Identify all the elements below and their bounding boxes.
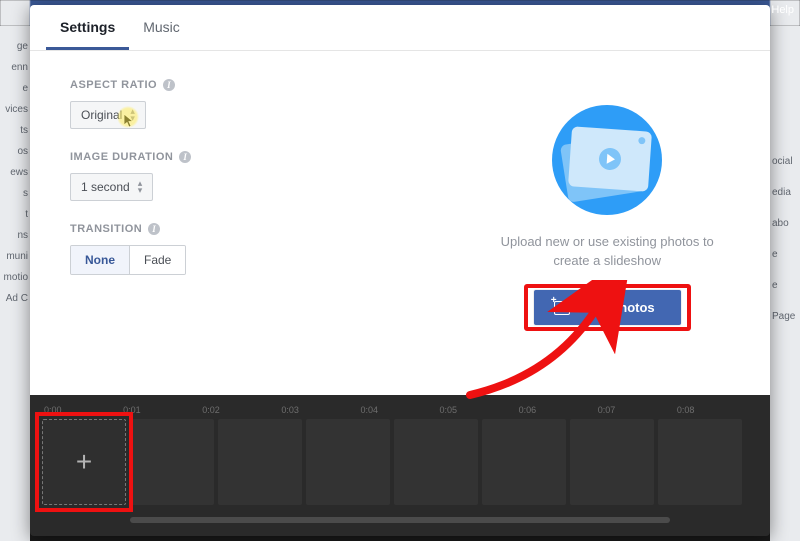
info-icon[interactable]: i [163,79,175,91]
settings-panel: ASPECT RATIO i Original ▴▾ IMAGE DURATIO… [30,51,444,395]
tab-settings[interactable]: Settings [46,5,129,50]
image-duration-value: 1 second [81,180,130,194]
tabbar: Settings Music [30,5,770,51]
aspect-ratio-dropdown[interactable]: Original ▴▾ [70,101,146,129]
timeline-ruler: 0:000:010:020:030:040:050:060:070:08 [30,399,770,417]
add-slide-slot[interactable]: + [42,419,126,505]
tick: 0:06 [519,405,598,415]
tab-music[interactable]: Music [129,5,194,50]
aspect-ratio-label: ASPECT RATIO [70,79,157,91]
timeline-thumbs: + [30,417,770,517]
add-photos-label: Add Photos [582,300,655,315]
slideshow-creator-modal: Settings Music ASPECT RATIO i Original ▴… [30,5,770,536]
timeline-scrollbar[interactable] [130,517,670,523]
help-link[interactable]: Help [771,4,794,16]
bg-left: geennevicestsosewsstnsmunimotioAd C [0,26,30,541]
info-icon[interactable]: i [179,151,191,163]
tick: 0:00 [44,405,123,415]
image-duration-label: IMAGE DURATION [70,151,173,163]
aspect-ratio-section: ASPECT RATIO i Original ▴▾ [70,79,404,129]
photo-plus-icon [554,301,570,315]
tick: 0:02 [202,405,281,415]
timeline-slot[interactable] [218,419,302,505]
image-duration-section: IMAGE DURATION i 1 second ▴▾ [70,151,404,201]
transition-none[interactable]: None [71,246,129,274]
slideshow-illustration [542,105,672,215]
transition-section: TRANSITION i None Fade [70,223,404,275]
preview-hint: Upload new or use existing photos to cre… [484,233,730,271]
tick: 0:05 [440,405,519,415]
updown-icon: ▴▾ [130,108,135,122]
transition-fade[interactable]: Fade [129,246,185,274]
add-photos-button[interactable]: Add Photos [534,290,681,325]
tick: 0:04 [360,405,439,415]
transition-label: TRANSITION [70,223,142,235]
timeline-slot[interactable] [658,419,742,505]
updown-icon: ▴▾ [138,180,143,194]
timeline-slot[interactable] [570,419,654,505]
timeline-slot[interactable] [306,419,390,505]
timeline-slot[interactable] [482,419,566,505]
image-duration-dropdown[interactable]: 1 second ▴▾ [70,173,153,201]
transition-segmented: None Fade [70,245,186,275]
timeline-slot[interactable] [394,419,478,505]
tick: 0:01 [123,405,202,415]
info-icon[interactable]: i [148,223,160,235]
bg-right: ocialediaaboeePage [770,26,800,541]
tick: 0:03 [281,405,360,415]
play-icon [598,147,621,170]
plus-icon: + [76,446,92,478]
timeline-slot[interactable] [130,419,214,505]
tick: 0:08 [677,405,756,415]
aspect-ratio-value: Original [81,108,122,122]
timeline-panel: 0:000:010:020:030:040:050:060:070:08 + [30,395,770,536]
tick: 0:07 [598,405,677,415]
preview-panel: Upload new or use existing photos to cre… [444,51,770,395]
